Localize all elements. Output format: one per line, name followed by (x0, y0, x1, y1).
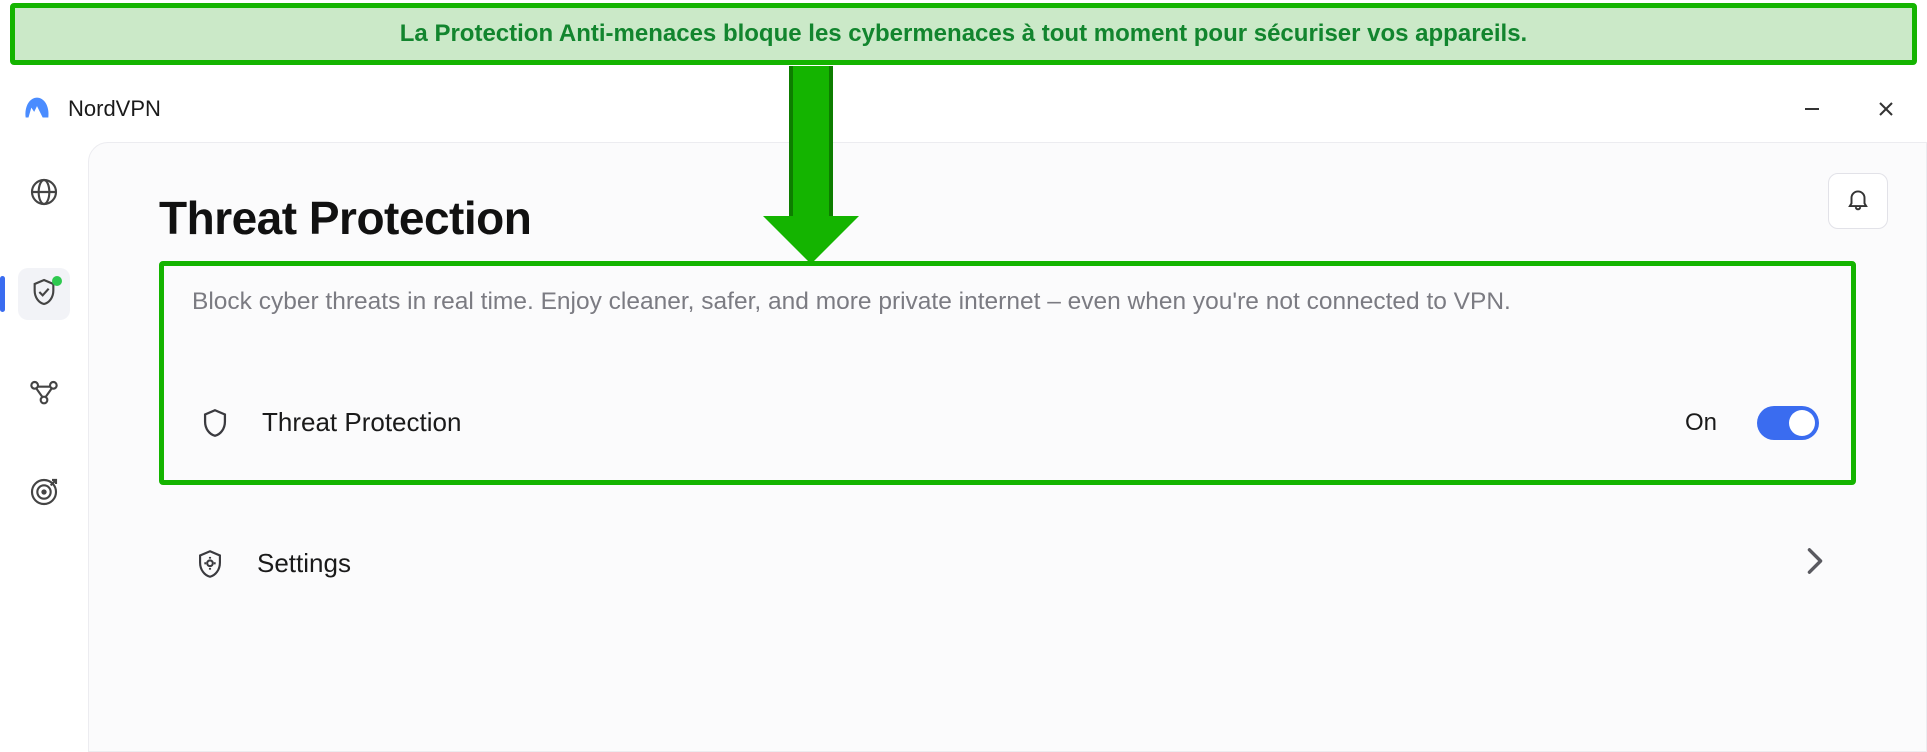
notifications-button[interactable] (1828, 173, 1888, 229)
shield-gear-icon (191, 545, 229, 583)
content-panel: Threat Protection Block cyber threats in… (88, 142, 1927, 752)
chevron-right-icon (1806, 547, 1824, 580)
app-name: NordVPN (68, 96, 161, 122)
sidebar-item-mesh[interactable] (18, 368, 70, 420)
nordvpn-logo-icon (20, 92, 54, 126)
threat-protection-label: Threat Protection (262, 407, 461, 438)
page-description: Block cyber threats in real time. Enjoy … (192, 284, 1823, 320)
settings-label: Settings (257, 548, 351, 579)
globe-icon (28, 176, 60, 213)
target-icon (28, 476, 60, 513)
bell-icon (1845, 186, 1871, 217)
settings-row[interactable]: Settings (159, 513, 1856, 597)
titlebar: NordVPN (0, 76, 1927, 142)
callout-text: La Protection Anti-menaces bloque les cy… (400, 20, 1527, 48)
sidebar-item-globe[interactable] (18, 168, 70, 220)
threat-protection-row: Threat Protection On (192, 390, 1823, 456)
callout-banner: La Protection Anti-menaces bloque les cy… (10, 3, 1917, 65)
minimize-button[interactable] (1795, 92, 1829, 126)
status-dot-icon (52, 276, 62, 286)
mesh-icon (28, 376, 60, 413)
sidebar-item-shield[interactable] (18, 268, 70, 320)
toggle-state-text: On (1685, 409, 1717, 437)
app-logo: NordVPN (20, 92, 161, 126)
sidebar-item-target[interactable] (18, 468, 70, 520)
shield-icon (196, 404, 234, 442)
close-button[interactable] (1869, 92, 1903, 126)
threat-protection-toggle[interactable] (1757, 406, 1819, 440)
sidebar (0, 142, 88, 752)
highlight-box: Block cyber threats in real time. Enjoy … (159, 261, 1856, 485)
page-title: Threat Protection (159, 191, 1856, 245)
callout-arrow (763, 66, 859, 264)
